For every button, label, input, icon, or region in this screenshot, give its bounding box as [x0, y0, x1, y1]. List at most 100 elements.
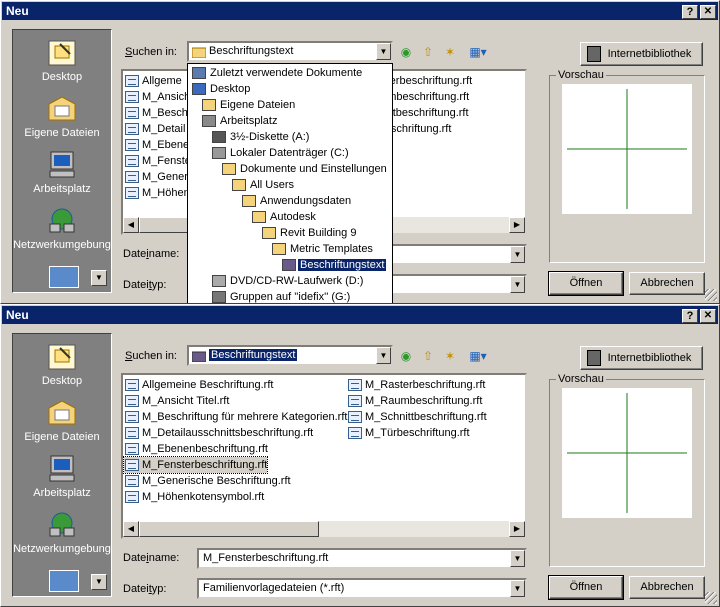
list-item[interactable]: M_Ansich: [124, 89, 190, 105]
list-item[interactable]: Allgeme: [124, 73, 182, 89]
scroll-right-button[interactable]: ▶: [509, 521, 525, 537]
filename-dropdown-button[interactable]: ▼: [510, 550, 525, 567]
look-in-combo[interactable]: Beschriftungstext ▼: [187, 345, 393, 366]
place-my-documents[interactable]: Eigene Dateien: [13, 398, 111, 443]
dropdown-item[interactable]: 3½-Diskette (A:): [212, 129, 309, 145]
dropdown-item[interactable]: Arbeitsplatz: [202, 113, 277, 129]
list-item[interactable]: M_Generische Beschriftung.rft: [124, 473, 291, 489]
close-button[interactable]: ✕: [700, 309, 716, 323]
internet-library-button[interactable]: Internetbibliothek: [580, 42, 703, 66]
places-scroll-down-button[interactable]: ▼: [91, 574, 107, 590]
list-item-label: M_Höhen: [142, 187, 190, 199]
places-more-icon[interactable]: [49, 266, 79, 288]
dropdown-item-label: DVD/CD-RW-Laufwerk (D:): [230, 275, 364, 287]
list-item[interactable]: M_Generi: [124, 169, 190, 185]
title-bar[interactable]: Neu ? ✕: [2, 306, 718, 324]
filename-dropdown-button[interactable]: ▼: [510, 246, 525, 263]
filetype-dropdown-button[interactable]: ▼: [510, 276, 525, 293]
dropdown-item[interactable]: DVD/CD-RW-Laufwerk (D:): [212, 273, 364, 289]
look-in-combo[interactable]: Beschriftungstext ▼: [187, 41, 393, 62]
place-my-documents[interactable]: Eigene Dateien: [13, 94, 111, 139]
place-my-computer[interactable]: Arbeitsplatz: [13, 454, 111, 499]
template-file-icon: [125, 75, 139, 87]
network-drive-icon: [212, 291, 226, 303]
file-list[interactable]: Allgemeine Beschriftung.rft M_Ansicht Tit…: [121, 373, 527, 539]
title-bar[interactable]: Neu ? ✕: [2, 2, 718, 20]
open-button[interactable]: Öffnen: [548, 271, 624, 296]
list-item[interactable]: M_Fensterbeschriftung.rft: [123, 456, 269, 474]
scroll-left-button[interactable]: ◀: [123, 521, 139, 537]
open-button[interactable]: Öffnen: [548, 575, 624, 600]
cancel-button[interactable]: Abbrechen: [629, 272, 705, 295]
filetype-combo[interactable]: Familienvorlagedateien (*.rft) ▼: [197, 578, 527, 599]
list-item[interactable]: M_Höhenkotensymbol.rft: [124, 489, 264, 505]
place-desktop[interactable]: Desktop: [13, 38, 111, 83]
dropdown-item[interactable]: Beschriftungstext: [282, 257, 387, 273]
close-button[interactable]: ✕: [700, 5, 716, 19]
place-network[interactable]: Netzwerkumgebung: [13, 206, 111, 251]
place-desktop[interactable]: Desktop: [13, 342, 111, 387]
back-icon[interactable]: ◉: [397, 43, 415, 61]
folder-icon: [232, 179, 246, 191]
resize-grip[interactable]: [705, 592, 717, 604]
scroll-left-button[interactable]: ◀: [123, 217, 139, 233]
look-in-dropdown-button[interactable]: ▼: [376, 347, 391, 364]
dropdown-item[interactable]: Gruppen auf ''idefix'' (G:): [212, 289, 350, 303]
list-item[interactable]: M_Schnittbeschriftung.rft: [347, 409, 487, 425]
list-item[interactable]: M_Raumbeschriftung.rft: [347, 393, 482, 409]
place-network[interactable]: Netzwerkumgebung: [13, 510, 111, 555]
scroll-right-button[interactable]: ▶: [509, 217, 525, 233]
back-icon[interactable]: ◉: [397, 347, 415, 365]
list-item[interactable]: M_Ebene: [124, 137, 189, 153]
up-folder-icon[interactable]: ⇧: [419, 347, 437, 365]
filetype-dropdown-button[interactable]: ▼: [510, 580, 525, 597]
up-folder-icon[interactable]: ⇧: [419, 43, 437, 61]
look-in-dropdown-button[interactable]: ▼: [376, 43, 391, 60]
dropdown-item[interactable]: Autodesk: [252, 209, 316, 225]
filetype-value: Familienvorlagedateien (*.rft): [203, 582, 345, 594]
list-item[interactable]: M_Detailausschnittsbeschriftung.rft: [124, 425, 313, 441]
dropdown-item[interactable]: Revit Building 9: [262, 225, 356, 241]
dropdown-item[interactable]: Desktop: [192, 81, 251, 97]
list-item-label: M_Türbeschriftung.rft: [365, 427, 470, 439]
desktop-icon: [192, 83, 206, 95]
places-more-icon[interactable]: [49, 570, 79, 592]
scroll-thumb[interactable]: [139, 521, 319, 537]
internet-library-button[interactable]: Internetbibliothek: [580, 346, 703, 370]
list-item[interactable]: M_Rasterbeschriftung.rft: [347, 377, 485, 393]
resize-grip[interactable]: [705, 289, 717, 301]
place-my-computer[interactable]: Arbeitsplatz: [13, 150, 111, 195]
list-item[interactable]: M_Detail: [124, 121, 185, 137]
file-list-hscroll[interactable]: ◀ ▶: [123, 521, 525, 537]
my-documents-icon: [48, 400, 76, 425]
list-item[interactable]: M_Besch: [124, 105, 188, 121]
list-item[interactable]: M_Höhen: [124, 185, 190, 201]
dropdown-item-label: Desktop: [210, 83, 251, 95]
look-in-dropdown-list[interactable]: Zuletzt verwendete Dokumente Desktop Eigen…: [187, 63, 393, 303]
view-menu-icon[interactable]: ▦▾: [465, 347, 491, 365]
list-item[interactable]: M_Ebenenbeschriftung.rft: [124, 441, 268, 457]
template-file-icon: [125, 187, 139, 199]
dropdown-item[interactable]: Anwendungsdaten: [242, 193, 351, 209]
view-menu-icon[interactable]: ▦▾: [465, 43, 491, 61]
dropdown-item[interactable]: Zuletzt verwendete Dokumente: [192, 65, 362, 81]
dropdown-item[interactable]: All Users: [232, 177, 294, 193]
help-button[interactable]: ?: [682, 5, 698, 19]
places-scroll-down-button[interactable]: ▼: [91, 270, 107, 286]
recent-icon: [192, 67, 206, 79]
dropdown-item[interactable]: Lokaler Datenträger (C:): [212, 145, 349, 161]
cancel-button[interactable]: Abbrechen: [629, 576, 705, 599]
help-button[interactable]: ?: [682, 309, 698, 323]
filename-combo[interactable]: M_Fensterbeschriftung.rft ▼: [197, 548, 527, 569]
list-item[interactable]: Allgemeine Beschriftung.rft: [124, 377, 273, 393]
dropdown-item[interactable]: Dokumente und Einstellungen: [222, 161, 387, 177]
new-folder-icon[interactable]: ✶: [441, 43, 459, 61]
new-folder-icon[interactable]: ✶: [441, 347, 459, 365]
dialog-title: Neu: [6, 4, 29, 18]
list-item[interactable]: M_Fenste: [124, 153, 191, 169]
dropdown-item[interactable]: Eigene Dateien: [202, 97, 295, 113]
dropdown-item[interactable]: Metric Templates: [272, 241, 373, 257]
list-item[interactable]: M_Ansicht Titel.rft: [124, 393, 229, 409]
list-item[interactable]: M_Beschriftung für mehrere Kategorien.rf…: [124, 409, 347, 425]
list-item[interactable]: M_Türbeschriftung.rft: [347, 425, 470, 441]
